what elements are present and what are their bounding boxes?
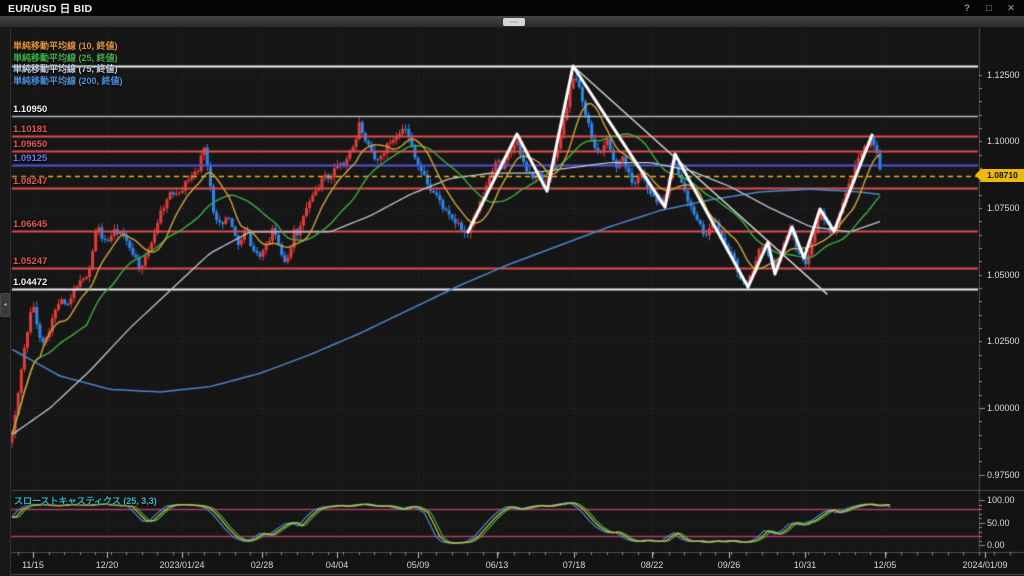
sidebar-collapse-icon[interactable]: ◂ [0,293,10,317]
x-axis-label[interactable]: 06/13 [462,560,532,570]
chart-canvas[interactable] [0,0,1024,576]
title-bar[interactable]: EUR/USD 日 BID ? □ ✕ [0,0,1024,16]
stoch-indicator-label: スローストキャスティクス (25, 3,3) [14,494,157,507]
help-icon[interactable]: ? [960,3,974,14]
hline-price-label: 1.04472 [13,277,47,288]
x-axis-label[interactable]: 12/20 [72,560,142,570]
hline-price-label: 1.09650 [13,139,47,150]
current-price-badge: 1.08710 [981,169,1024,182]
stoch-axis-label: 50.00 [987,518,1010,528]
toolbar-collapse-handle[interactable]: ••• [503,18,525,26]
legend-item-sma: 単純移動平均線 (25, 終値) [13,53,123,65]
maximize-icon[interactable]: □ [982,3,996,14]
legend-item-sma: 単純移動平均線 (75, 終値) [13,64,123,76]
y-axis-label[interactable]: 1.10000 [987,136,1020,146]
x-axis-label[interactable]: 10/31 [770,560,840,570]
x-axis-label[interactable]: 12/05 [850,560,920,570]
y-axis-label[interactable]: 1.02500 [987,336,1020,346]
stoch-axis-label: 0.00 [987,540,1005,550]
indicator-legend: 単純移動平均線 (10, 終値)単純移動平均線 (25, 終値)単純移動平均線 … [13,41,123,87]
legend-item-sma: 単純移動平均線 (200, 終値) [13,76,123,88]
hline-price-label: 1.05247 [13,256,47,267]
hline-price-label: 1.08247 [13,176,47,187]
y-axis-label[interactable]: 1.12500 [987,70,1020,80]
left-sidebar: ◂ [0,28,11,576]
legend-item-sma: 単純移動平均線 (10, 終値) [13,41,123,53]
close-icon[interactable]: ✕ [1004,3,1018,14]
hline-price-label: 1.06645 [13,219,47,230]
x-axis-label[interactable]: 09/26 [694,560,764,570]
x-axis-label[interactable]: 08/22 [617,560,687,570]
y-axis-label[interactable]: 1.05000 [987,270,1020,280]
x-axis-label[interactable]: 07/18 [539,560,609,570]
x-axis-label[interactable]: 02/28 [227,560,297,570]
y-axis-label[interactable]: 0.97500 [987,470,1020,480]
hline-price-label: 1.10181 [13,124,47,135]
x-axis-label[interactable]: 05/09 [383,560,453,570]
chart-window: EUR/USD 日 BID ? □ ✕ ••• ◂ 単純移動平均線 (10, 終… [0,0,1024,576]
toolbar-strip: ••• [0,16,1024,28]
y-axis-label[interactable]: 1.07500 [987,203,1020,213]
y-axis-label[interactable]: 1.00000 [987,403,1020,413]
hline-price-label: 1.10950 [13,104,47,115]
window-title: EUR/USD 日 BID [0,1,92,16]
hline-price-label: 1.09125 [13,153,47,164]
x-axis-label[interactable]: 2024/01/09 [950,560,1020,570]
stoch-axis-label: 100.00 [987,495,1015,505]
x-axis-label[interactable]: 04/04 [302,560,372,570]
x-axis-label[interactable]: 2023/01/24 [147,560,217,570]
